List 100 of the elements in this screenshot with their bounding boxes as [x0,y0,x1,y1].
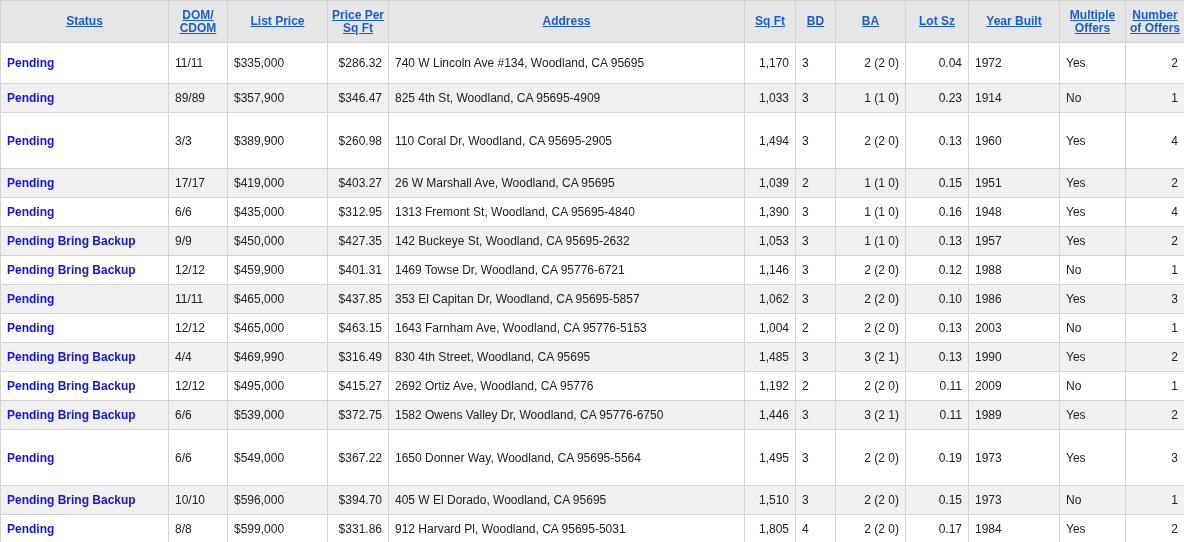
table-cell: 142 Buckeye St, Woodland, CA 95695-2632 [388,226,745,256]
table-cell: 1989 [968,400,1060,430]
table-cell: No [1059,313,1126,343]
table-cell: No [1059,371,1126,401]
table-cell: 405 W El Dorado, Woodland, CA 95695 [388,485,745,515]
table-cell: 2 [1125,342,1184,372]
table-cell: Yes [1059,400,1126,430]
table-cell: 2692 Ortiz Ave, Woodland, CA 95776 [388,371,745,401]
table-cell: 2 (2 0) [835,112,906,169]
listing-status-link[interactable]: Pending [7,56,55,70]
table-cell: 2 (2 0) [835,255,906,285]
table-cell: 1582 Owens Valley Dr, Woodland, CA 95776-6750 [388,400,745,430]
table-cell: $459,900 [227,255,328,285]
table-cell: 740 W Lincoln Ave #134, Woodland, CA 95695 [388,42,745,84]
table-cell: $260.98 [327,112,389,169]
table-cell: $437.85 [327,284,389,314]
table-cell: 0.23 [905,83,969,113]
table-cell: 1960 [968,112,1060,169]
table-cell: $549,000 [227,429,328,486]
table-cell: 830 4th Street, Woodland, CA 95695 [388,342,745,372]
table-cell: 3 (2 1) [835,400,906,430]
table-cell: 0.10 [905,284,969,314]
table-cell: $415.27 [327,371,389,401]
table-cell: 12/12 [168,255,228,285]
table-cell: 2 (2 0) [835,42,906,84]
table-cell: 0.15 [905,485,969,515]
table-cell: 1957 [968,226,1060,256]
table-cell: Yes [1059,42,1126,84]
table-cell: 3 [1125,284,1184,314]
table-cell: 2 [795,371,836,401]
table-cell: $450,000 [227,226,328,256]
table-cell: $286.32 [327,42,389,84]
table-cell: 0.12 [905,255,969,285]
table-cell: $335,000 [227,42,328,84]
table-cell: 1 (1 0) [835,197,906,227]
table-cell: No [1059,83,1126,113]
table-cell: 1643 Farnham Ave, Woodland, CA 95776-5153 [388,313,745,343]
listing-status-link[interactable]: Pending [7,292,55,306]
table-cell: $316.49 [327,342,389,372]
table-cell: 0.11 [905,400,969,430]
table-cell: 1951 [968,168,1060,198]
table-cell: Yes [1059,197,1126,227]
table-cell: $389,900 [227,112,328,169]
table-cell: 6/6 [168,429,228,486]
table-cell: 6/6 [168,400,228,430]
table-cell: No [1059,255,1126,285]
table-cell: $372.75 [327,400,389,430]
table-cell: 1988 [968,255,1060,285]
table-cell: $465,000 [227,284,328,314]
table-cell: 2 (2 0) [835,371,906,401]
table-cell: 0.19 [905,429,969,486]
table-cell: $495,000 [227,371,328,401]
listing-status-link[interactable]: Pending [7,205,55,219]
table-cell: 3 [795,197,836,227]
table-cell: 1,494 [744,112,796,169]
table-cell: 1,170 [744,42,796,84]
table-cell: 2 [1125,168,1184,198]
table-cell: 1973 [968,429,1060,486]
table-cell: 17/17 [168,168,228,198]
table-cell: Yes [1059,429,1126,486]
table-cell: 12/12 [168,313,228,343]
table-cell: 2 [1125,400,1184,430]
table-cell: 0.13 [905,112,969,169]
table-cell: 12/12 [168,371,228,401]
table-cell: Yes [1059,226,1126,256]
table-cell: 6/6 [168,197,228,227]
table-cell: $401.31 [327,255,389,285]
table-cell: 2 [1125,226,1184,256]
table-cell: $463.15 [327,313,389,343]
table-cell: 1650 Donner Way, Woodland, CA 95695-5564 [388,429,745,486]
listing-status-link[interactable]: Pending [7,522,55,536]
table-cell: 3 [795,112,836,169]
table-cell: 3 (2 1) [835,342,906,372]
table-cell: 1914 [968,83,1060,113]
listing-status-link[interactable]: Pending [7,133,55,148]
listing-status-link[interactable]: Pending [7,176,55,190]
table-cell: 1313 Fremont St, Woodland, CA 95695-4840 [388,197,745,227]
table-cell: 1 (1 0) [835,83,906,113]
table-cell: 10/10 [168,485,228,515]
table-cell: 2 (2 0) [835,485,906,515]
table-cell: 89/89 [168,83,228,113]
table-cell: 1,192 [744,371,796,401]
table-cell: $419,000 [227,168,328,198]
table-cell: 1972 [968,42,1060,84]
listing-status-link[interactable]: Pending [7,321,55,335]
table-cell: $367.22 [327,429,389,486]
table-cell: 11/11 [168,42,228,84]
table-cell: 3/3 [168,112,228,169]
table-cell: 2 (2 0) [835,284,906,314]
table-cell: 1 [1125,485,1184,515]
listing-status-link[interactable]: Pending [7,450,55,465]
table-cell: 1973 [968,485,1060,515]
table-cell: $469,990 [227,342,328,372]
table-cell: $312.95 [327,197,389,227]
table-cell: 9/9 [168,226,228,256]
table-cell: 1990 [968,342,1060,372]
table-cell: 1 [1125,83,1184,113]
listing-status-link[interactable]: Pending [7,91,55,105]
table-cell: $435,000 [227,197,328,227]
table-cell: 825 4th St, Woodland, CA 95695-4909 [388,83,745,113]
